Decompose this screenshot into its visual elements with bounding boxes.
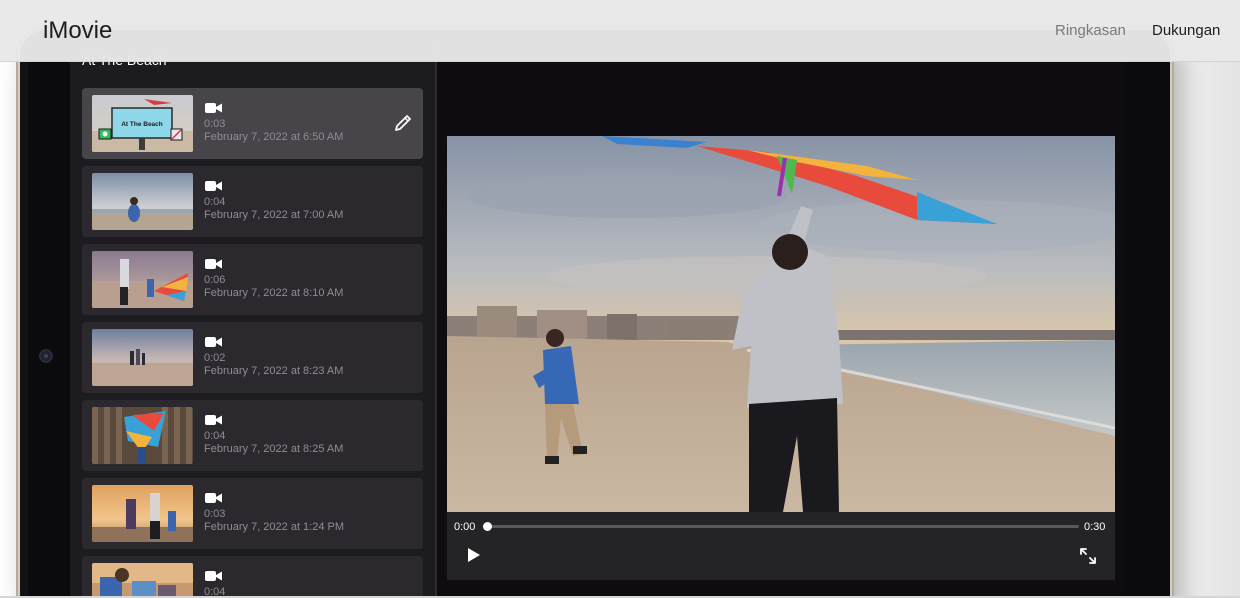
ipad-screen: At The Beach At The Beach [70, 40, 1123, 598]
clip-date: February 7, 2022 at 8:23 AM [204, 365, 344, 377]
video-camera-icon [205, 103, 222, 113]
pencil-icon[interactable] [393, 113, 413, 133]
clip-item[interactable]: 0:04 February 7, 2022 at 7:00 AM [82, 166, 423, 237]
clip-item[interactable]: 0:06 February 7, 2022 at 8:10 AM [82, 244, 423, 315]
scrubber-track[interactable] [487, 525, 1079, 528]
clip-item[interactable]: 0:04 [82, 556, 423, 598]
clip-date: February 7, 2022 at 8:25 AM [204, 443, 344, 455]
video-frame[interactable] [447, 136, 1115, 512]
brand-title[interactable]: iMovie [43, 17, 112, 45]
clip-duration: 0:03 [204, 118, 226, 130]
nav-link-dukungan[interactable]: Dukungan [1152, 22, 1220, 39]
video-camera-icon [205, 415, 222, 425]
video-camera-icon [205, 259, 222, 269]
clip-item[interactable]: 0:03 February 7, 2022 at 1:24 PM [82, 478, 423, 549]
ipad-bezel [20, 62, 28, 598]
top-navigation: iMovie Ringkasan Dukungan [0, 0, 1240, 62]
clip-duration: 0:04 [204, 430, 226, 442]
thumbnail-title-text: At The Beach [121, 121, 163, 128]
play-icon[interactable] [467, 547, 481, 563]
clip-date: February 7, 2022 at 8:10 AM [204, 287, 344, 299]
clip-item[interactable]: 0:02 February 7, 2022 at 8:23 AM [82, 322, 423, 393]
clip-thumbnail [92, 173, 193, 230]
front-camera [39, 349, 53, 363]
clip-date: February 7, 2022 at 7:00 AM [204, 209, 344, 221]
video-player: 0:00 0:30 [447, 136, 1115, 580]
scrubber-knob[interactable] [483, 522, 492, 531]
clip-thumbnail [92, 329, 193, 386]
expand-icon[interactable] [1079, 547, 1097, 565]
clip-thumbnail [92, 407, 193, 464]
clip-sidebar: At The Beach At The Beach [70, 40, 437, 598]
clip-thumbnail: At The Beach [92, 95, 193, 152]
clip-duration: 0:03 [204, 508, 226, 520]
clip-item[interactable]: 0:04 February 7, 2022 at 8:25 AM [82, 400, 423, 471]
current-time: 0:00 [454, 521, 476, 533]
clip-thumbnail [92, 485, 193, 542]
clip-date: February 7, 2022 at 6:50 AM [204, 131, 344, 143]
clip-duration: 0:06 [204, 274, 226, 286]
clip-item[interactable]: At The Beach 0:03 February 7, 2022 at 6:… [82, 88, 423, 159]
clip-thumbnail [92, 563, 193, 598]
video-camera-icon [205, 181, 222, 191]
clip-date: February 7, 2022 at 1:24 PM [204, 521, 345, 533]
video-camera-icon [205, 571, 222, 581]
clip-duration: 0:02 [204, 352, 226, 364]
video-camera-icon [205, 493, 222, 503]
clip-thumbnail [92, 251, 193, 308]
nav-link-ringkasan[interactable]: Ringkasan [1055, 22, 1126, 39]
total-time: 0:30 [1084, 521, 1106, 533]
clip-duration: 0:04 [204, 196, 226, 208]
video-camera-icon [205, 337, 222, 347]
